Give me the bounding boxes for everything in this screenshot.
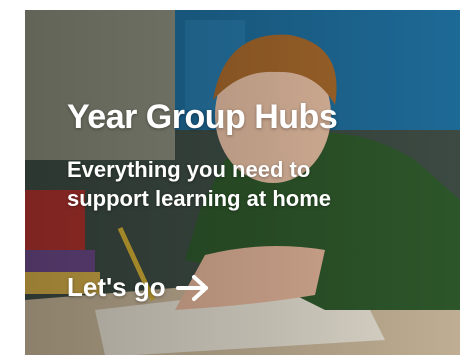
lets-go-link[interactable]: Let's go — [67, 272, 210, 303]
hub-subtitle: Everything you need to support learning … — [67, 157, 332, 211]
hub-title: Year Group Hubs — [67, 98, 338, 136]
arrow-right-icon — [175, 274, 208, 301]
lets-go-label: Let's go — [67, 272, 166, 302]
year-group-hubs-card[interactable]: Year Group Hubs Everything you need to s… — [25, 10, 460, 355]
